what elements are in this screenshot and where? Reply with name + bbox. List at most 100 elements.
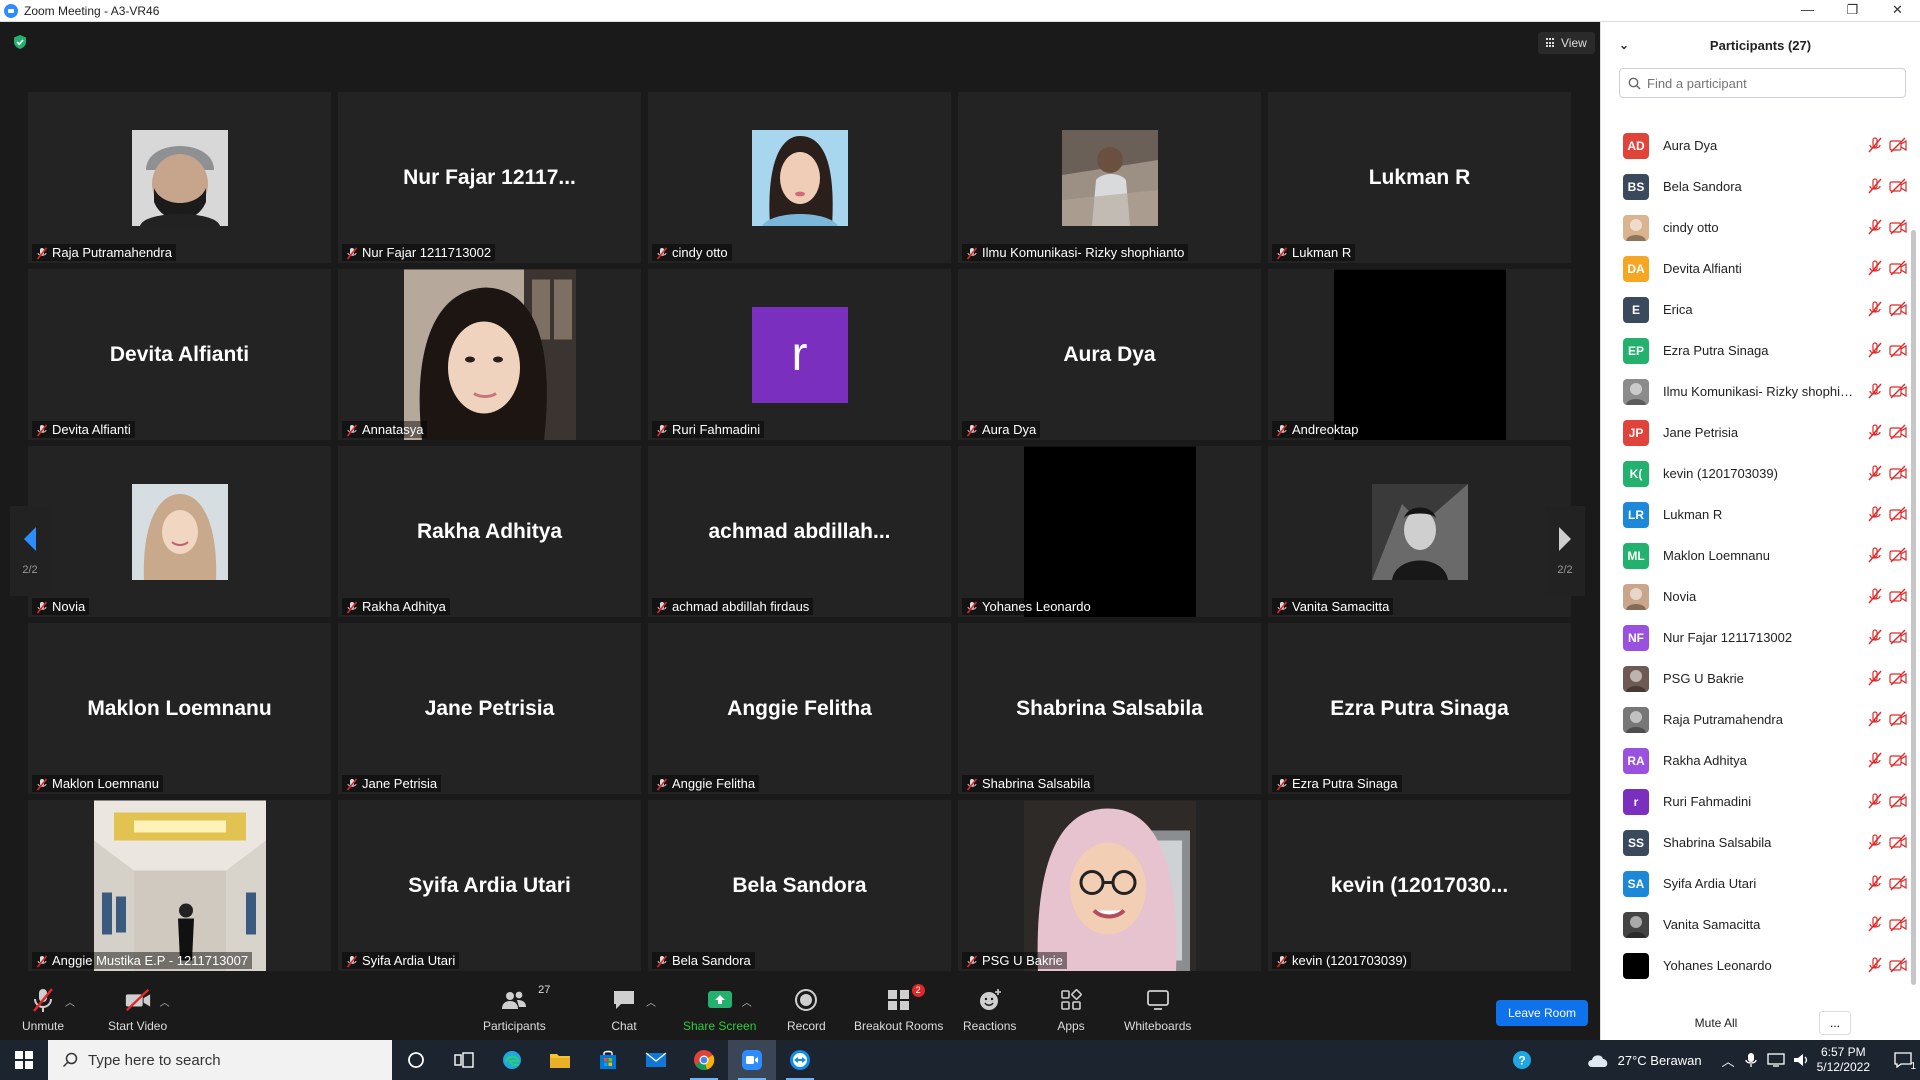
edge-browser-icon[interactable] <box>488 1040 536 1080</box>
show-hidden-icons-chevron-icon[interactable]: ︿ <box>1722 1051 1735 1070</box>
video-tile[interactable]: Vanita Samacitta <box>1268 446 1571 617</box>
task-view-icon[interactable] <box>440 1040 488 1080</box>
video-tile[interactable]: Ezra Putra Sinaga Ezra Putra Sinaga <box>1268 623 1571 794</box>
share-options-caret[interactable]: ︿ <box>742 994 752 1009</box>
volume-icon[interactable] <box>1793 1053 1811 1067</box>
participant-row[interactable]: Vanita Samacitta <box>1601 904 1907 945</box>
collapse-chevron-icon[interactable]: ⌄ <box>1619 38 1629 52</box>
video-tile[interactable]: Annatasya <box>338 269 641 440</box>
video-tile[interactable]: r Ruri Fahmadini <box>648 269 951 440</box>
video-tile[interactable]: Maklon Loemnanu Maklon Loemnanu <box>28 623 331 794</box>
video-tile[interactable]: PSG U Bakrie <box>958 800 1261 971</box>
participant-name: Shabrina Salsabila <box>1663 835 1772 850</box>
cortana-icon[interactable] <box>392 1040 440 1080</box>
start-video-button[interactable]: ︿ Start Video <box>108 986 170 1033</box>
leave-room-button[interactable]: Leave Room <box>1496 1000 1588 1026</box>
participant-row[interactable]: cindy otto <box>1601 207 1907 248</box>
chat-label: Chat <box>611 1019 637 1033</box>
participant-row[interactable]: PSG U Bakrie <box>1601 658 1907 699</box>
participant-row[interactable]: Novia <box>1601 576 1907 617</box>
video-tile[interactable]: Jane Petrisia Jane Petrisia <box>338 623 641 794</box>
unmute-button[interactable]: ︿ Unmute <box>22 986 75 1033</box>
participants-button[interactable]: 27 Participants <box>483 984 550 1033</box>
participant-row[interactable]: DA Devita Alfianti <box>1601 248 1907 289</box>
participant-row[interactable]: Yohanes Leonardo <box>1601 945 1907 986</box>
next-page-button[interactable]: 2/2 <box>1545 506 1585 596</box>
participant-row[interactable]: Ilmu Komunikasi- Rizky shophia... <box>1601 371 1907 412</box>
security-shield-icon[interactable] <box>12 34 28 50</box>
participant-row[interactable]: RA Rakha Adhitya <box>1601 740 1907 781</box>
video-tile[interactable]: Syifa Ardia Utari Syifa Ardia Utari <box>338 800 641 971</box>
video-off-icon <box>1889 506 1907 527</box>
reactions-button[interactable]: Reactions <box>963 986 1016 1033</box>
participant-row[interactable]: LR Lukman R <box>1601 494 1907 535</box>
minimize-button[interactable]: — <box>1785 0 1830 22</box>
tile-display-name: Syifa Ardia Utari <box>408 873 571 897</box>
breakout-rooms-button[interactable]: 2 Breakout Rooms <box>854 984 943 1033</box>
close-button[interactable]: ✕ <box>1875 0 1920 22</box>
taskbar-search-box[interactable]: Type here to search <box>48 1040 392 1080</box>
more-options-button[interactable]: ... <box>1819 1011 1851 1035</box>
teamviewer-icon[interactable] <box>776 1040 824 1080</box>
video-options-caret[interactable]: ︿ <box>160 994 170 1009</box>
video-tile[interactable]: Novia <box>28 446 331 617</box>
unmute-options-caret[interactable]: ︿ <box>65 994 75 1009</box>
whiteboards-button[interactable]: Whiteboards <box>1124 986 1191 1033</box>
microphone-icon[interactable] <box>1744 1052 1757 1068</box>
video-tile[interactable]: Anggie Mustika E.P - 1211713007 <box>28 800 331 971</box>
video-tile[interactable]: Ilmu Komunikasi- Rizky shophianto <box>958 92 1261 263</box>
notifications-button[interactable]: 1 <box>1886 1040 1920 1080</box>
maximize-button[interactable]: ❐ <box>1830 0 1875 22</box>
zoom-app-icon[interactable] <box>728 1040 776 1080</box>
taskbar-clock[interactable]: 6:57 PM 5/12/2022 <box>1817 1045 1870 1075</box>
participant-row[interactable]: BS Bela Sandora <box>1601 166 1907 207</box>
help-icon[interactable]: ? <box>1498 1040 1546 1080</box>
network-icon[interactable] <box>1766 1053 1785 1067</box>
participant-row[interactable]: SS Shabrina Salsabila <box>1601 822 1907 863</box>
chrome-browser-icon[interactable] <box>680 1040 728 1080</box>
participant-row[interactable]: ML Maklon Loemnanu <box>1601 535 1907 576</box>
mute-all-button[interactable]: Mute All <box>1679 1011 1753 1035</box>
participant-row[interactable]: K(kevin (1201703039) <box>1601 453 1907 494</box>
muted-mic-icon <box>1867 137 1883 158</box>
chat-options-caret[interactable]: ︿ <box>646 994 656 1009</box>
participant-search-box[interactable] <box>1619 68 1906 98</box>
participant-row[interactable]: E Erica <box>1601 289 1907 330</box>
participant-row[interactable]: Raja Putramahendra <box>1601 699 1907 740</box>
chat-button[interactable]: ︿ Chat <box>610 986 656 1033</box>
microsoft-store-icon[interactable] <box>584 1040 632 1080</box>
start-button[interactable] <box>0 1040 48 1080</box>
video-tile[interactable]: Shabrina Salsabila Shabrina Salsabila <box>958 623 1261 794</box>
share-screen-button[interactable]: ︿ Share Screen <box>683 986 756 1033</box>
participant-list-scrollbar[interactable] <box>1911 230 1916 985</box>
participant-row[interactable]: JP Jane Petrisia <box>1601 412 1907 453</box>
mail-icon[interactable] <box>632 1040 680 1080</box>
video-tile[interactable]: Anggie Felitha Anggie Felitha <box>648 623 951 794</box>
participant-search-input[interactable] <box>1647 75 1877 91</box>
file-explorer-icon[interactable] <box>536 1040 584 1080</box>
video-tile[interactable]: Rakha Adhitya Rakha Adhitya <box>338 446 641 617</box>
view-button[interactable]: View <box>1538 32 1595 54</box>
previous-page-button[interactable]: 2/2 <box>10 506 50 596</box>
participant-row[interactable]: AD Aura Dya <box>1601 125 1907 166</box>
video-tile[interactable]: kevin (12017030... kevin (1201703039) <box>1268 800 1571 971</box>
participant-row[interactable]: SA Syifa Ardia Utari <box>1601 863 1907 904</box>
video-tile[interactable]: Raja Putramahendra <box>28 92 331 263</box>
participant-row[interactable]: EP Ezra Putra Sinaga <box>1601 330 1907 371</box>
video-tile[interactable]: Aura Dya Aura Dya <box>958 269 1261 440</box>
video-tile[interactable]: cindy otto <box>648 92 951 263</box>
video-tile[interactable]: Andreoktap <box>1268 269 1571 440</box>
video-tile[interactable]: Nur Fajar 12117... Nur Fajar 1211713002 <box>338 92 641 263</box>
apps-button[interactable]: Apps <box>1057 986 1085 1033</box>
video-tile[interactable]: Bela Sandora Bela Sandora <box>648 800 951 971</box>
weather-text[interactable]: 27°C Berawan <box>1618 1053 1702 1068</box>
participant-row[interactable]: r Ruri Fahmadini <box>1601 781 1907 822</box>
participant-row[interactable]: NF Nur Fajar 1211713002 <box>1601 617 1907 658</box>
tile-name-label: kevin (1201703039) <box>1272 952 1411 969</box>
video-tile[interactable]: achmad abdillah... achmad abdillah firdau… <box>648 446 951 617</box>
record-button[interactable]: Record <box>787 986 826 1033</box>
video-tile[interactable]: Yohanes Leonardo <box>958 446 1261 617</box>
video-tile[interactable]: Lukman R Lukman R <box>1268 92 1571 263</box>
video-tile[interactable]: Devita Alfianti Devita Alfianti <box>28 269 331 440</box>
participant-status-icons <box>1867 957 1907 978</box>
